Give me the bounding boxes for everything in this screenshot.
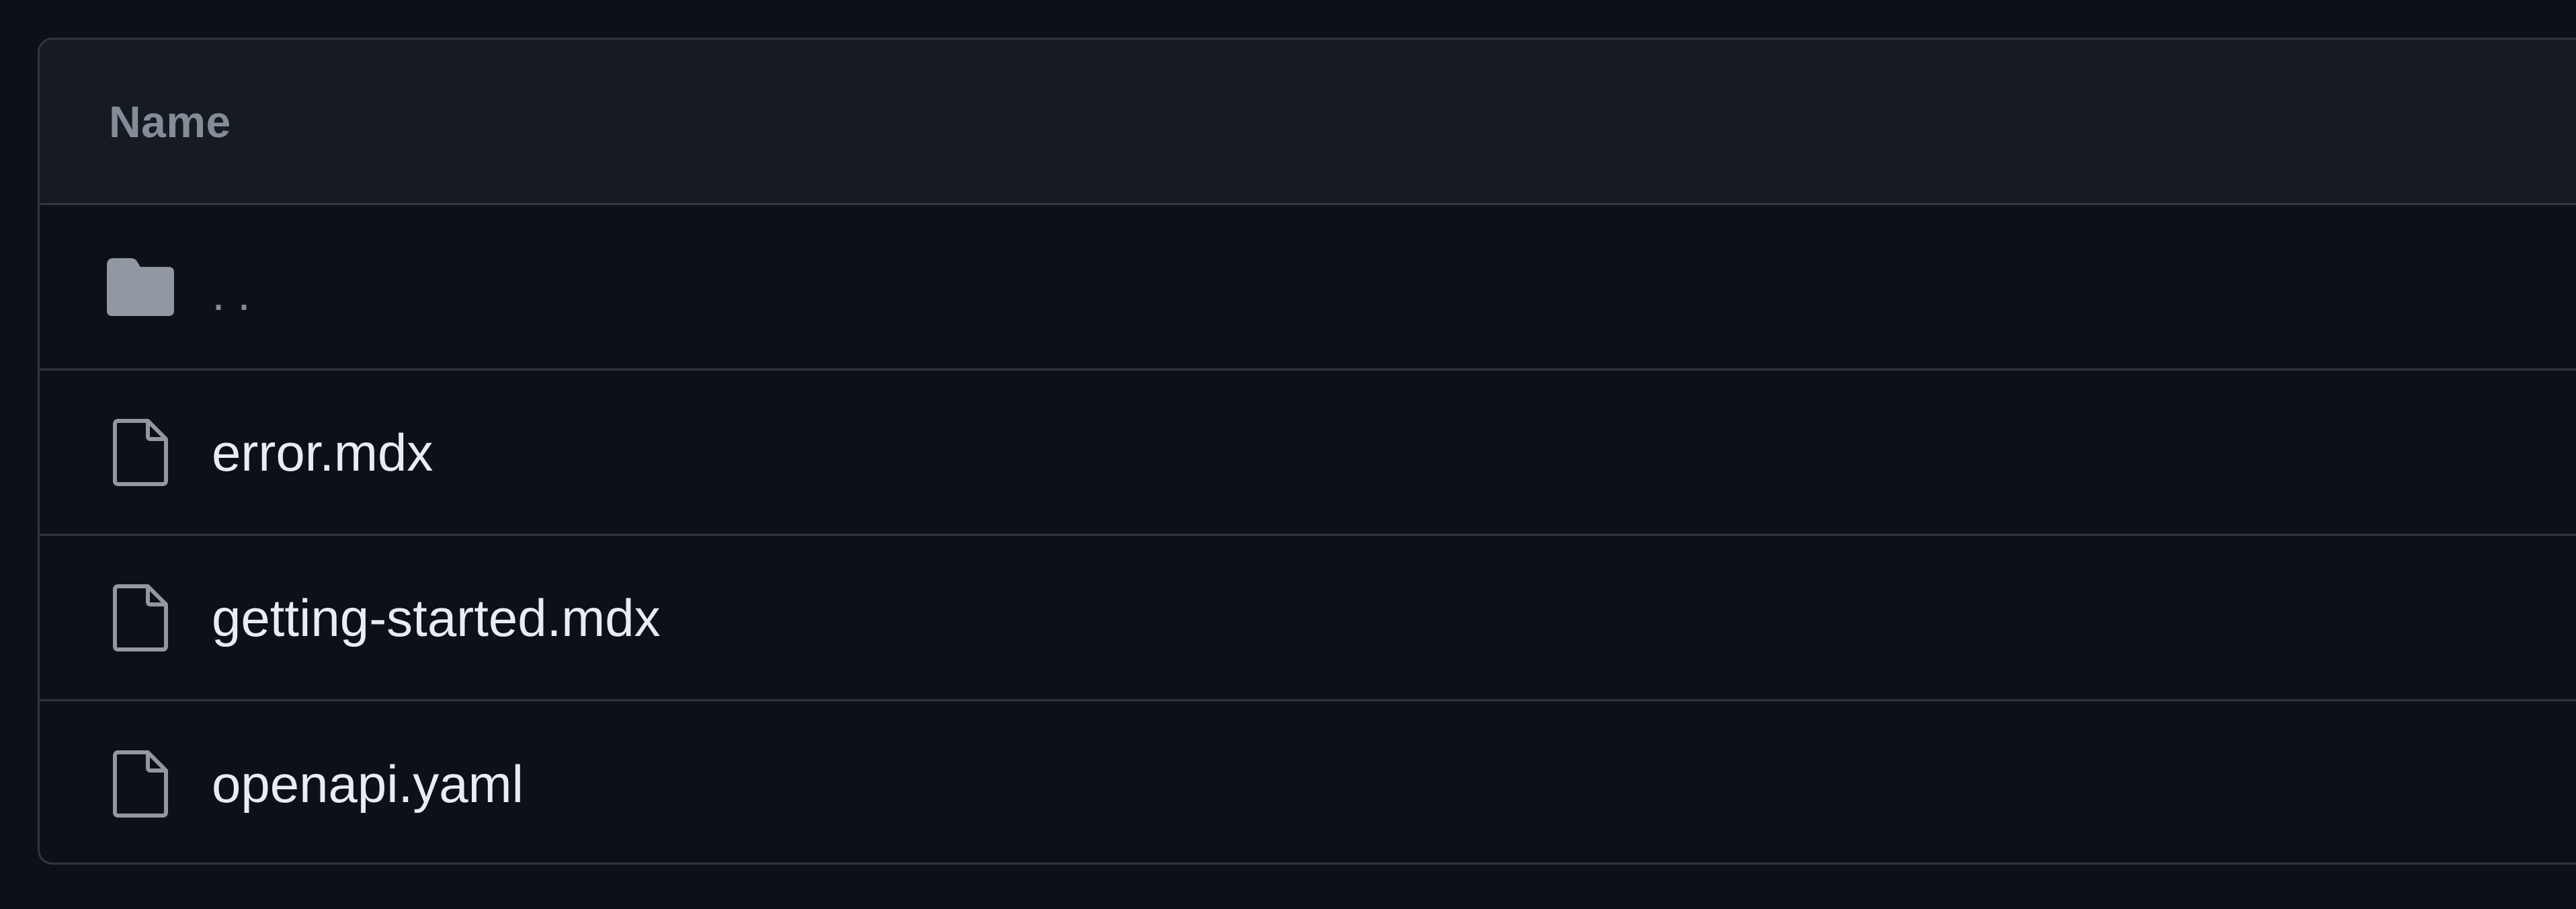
folder-icon xyxy=(107,253,174,321)
file-row-getting-started-mdx[interactable]: getting-started.mdx xyxy=(40,536,2576,701)
parent-directory-row[interactable]: .. xyxy=(40,205,2576,370)
table-header: Name xyxy=(40,40,2576,205)
file-row-openapi-yaml[interactable]: openapi.yaml xyxy=(40,701,2576,863)
file-icon xyxy=(107,750,174,818)
file-name-link[interactable]: openapi.yaml xyxy=(212,758,524,810)
file-icon xyxy=(107,584,174,651)
file-name-link[interactable]: getting-started.mdx xyxy=(212,592,661,644)
name-column-header: Name xyxy=(109,96,231,147)
file-browser-table: Name .. error.mdx getting-started.mdx op… xyxy=(38,38,2576,865)
file-icon xyxy=(107,418,174,486)
parent-directory-label[interactable]: .. xyxy=(212,270,263,318)
file-row-error-mdx[interactable]: error.mdx xyxy=(40,370,2576,536)
file-name-link[interactable]: error.mdx xyxy=(212,426,433,479)
